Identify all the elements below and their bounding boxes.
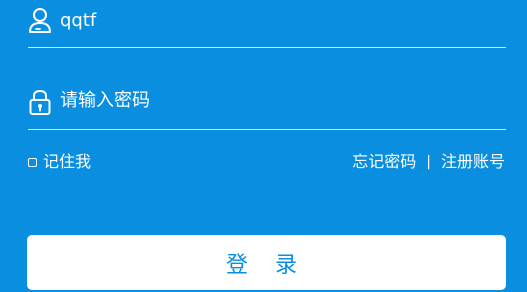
remember-me-label: 记住我: [43, 152, 92, 171]
link-separator: |: [426, 154, 431, 170]
login-button[interactable]: 登 录: [27, 235, 506, 290]
user-icon: [29, 8, 51, 33]
remember-me-toggle[interactable]: 记住我: [28, 152, 91, 172]
account-links: 忘记密码 | 注册账号: [352, 152, 505, 172]
username-value[interactable]: qqtf: [60, 10, 96, 32]
lock-icon: [29, 89, 51, 115]
remember-me-checkbox[interactable]: [28, 157, 37, 167]
username-field[interactable]: qqtf: [28, 4, 506, 48]
forgot-password-link[interactable]: 忘记密码: [352, 152, 416, 172]
register-link[interactable]: 注册账号: [441, 152, 505, 172]
password-field[interactable]: 请输入密码: [28, 84, 506, 130]
password-placeholder[interactable]: 请输入密码: [60, 90, 150, 112]
